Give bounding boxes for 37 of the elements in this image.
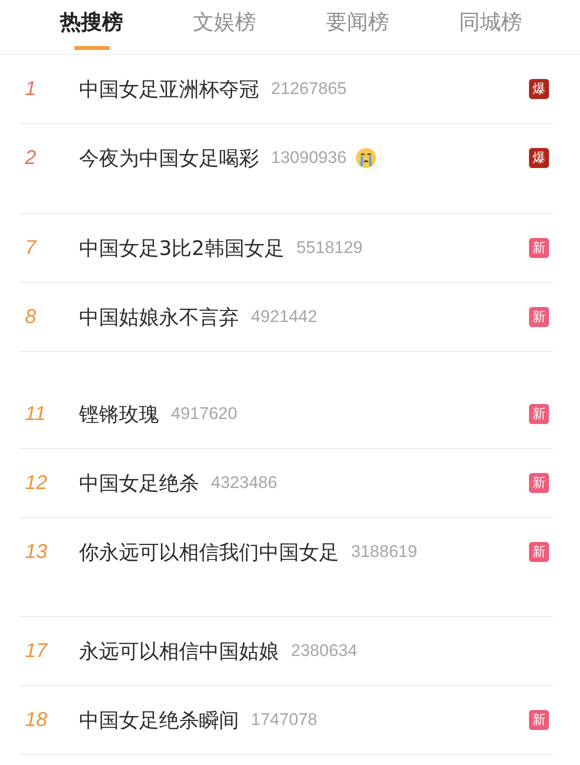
rank-number: 7 xyxy=(24,236,38,260)
tab-indicator xyxy=(74,46,110,50)
rank-number: 13 xyxy=(24,540,48,564)
new-tag: 新 xyxy=(529,238,549,258)
search-count: 2380634 xyxy=(291,641,358,661)
rank-number: 11 xyxy=(24,402,47,426)
search-count: 4921442 xyxy=(251,307,318,327)
rank-number: 17 xyxy=(24,640,49,662)
search-count: 3188619 xyxy=(351,542,418,562)
new-tag: 新 xyxy=(529,404,549,424)
tab[interactable]: 热搜榜 xyxy=(52,0,131,54)
search-count: 4917620 xyxy=(171,404,238,424)
search-count: 21267865 xyxy=(271,79,347,99)
new-tag: 新 xyxy=(529,473,549,493)
search-count: 4323486 xyxy=(211,473,278,493)
new-tag: 新 xyxy=(529,307,549,327)
topic-title[interactable]: 永远可以相信中国姑娘 xyxy=(79,638,279,664)
rank-number: 18 xyxy=(24,708,48,732)
topic-title[interactable]: 中国女足绝杀瞬间 xyxy=(79,706,239,734)
topic-title[interactable]: 中国女足绝杀 xyxy=(79,470,199,496)
rank-number: 8 xyxy=(24,306,38,328)
search-count: 5518129 xyxy=(296,238,363,258)
topic-title[interactable]: 中国女足3比2韩国女足 xyxy=(79,234,284,262)
topic-title[interactable]: 铿锵玫瑰 xyxy=(79,400,159,428)
new-tag: 新 xyxy=(529,710,549,730)
hot-tag: 爆 xyxy=(529,79,549,99)
topic-title[interactable]: 你永远可以相信我们中国女足 xyxy=(79,538,339,566)
search-count: 1747078 xyxy=(251,710,318,730)
topic-title[interactable]: 中国女足亚洲杯夺冠 xyxy=(79,76,259,102)
topic-title[interactable]: 今夜为中国女足喝彩 xyxy=(79,144,259,172)
new-tag: 新 xyxy=(529,542,549,562)
search-count: 13090936 xyxy=(271,148,347,168)
topic-title[interactable]: 中国姑娘永不言弃 xyxy=(79,304,239,330)
rank-number: 2 xyxy=(24,146,38,170)
rank-number: 12 xyxy=(24,472,48,494)
hot-tag: 爆 xyxy=(529,148,549,168)
rank-number: 1 xyxy=(24,78,38,100)
